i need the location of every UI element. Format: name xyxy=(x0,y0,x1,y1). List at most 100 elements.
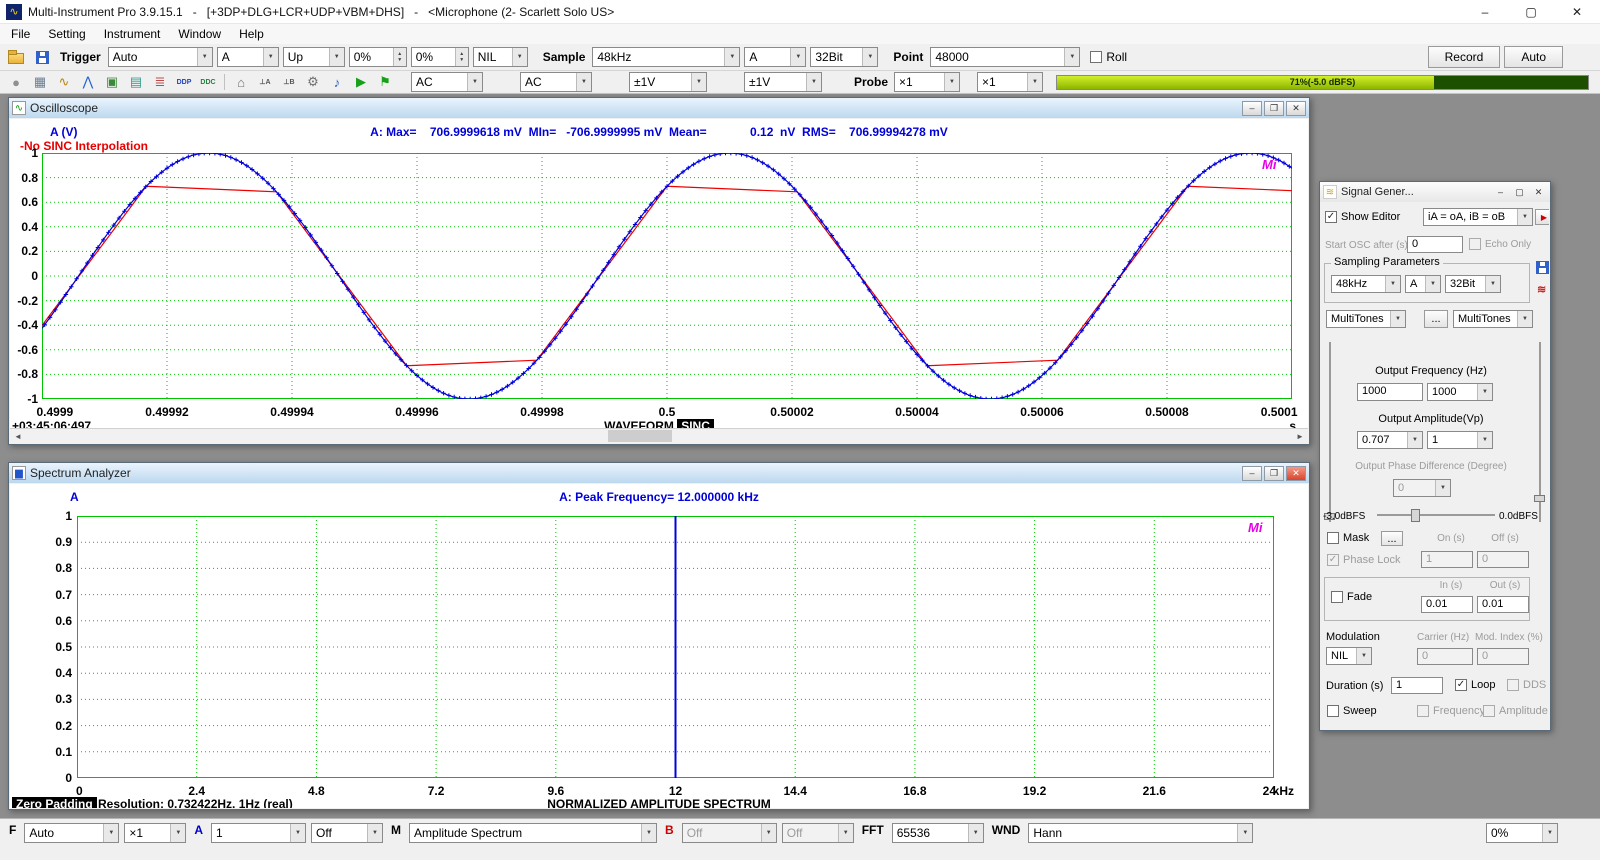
save-file-icon[interactable] xyxy=(31,48,53,67)
multimeter-icon[interactable]: ▣ xyxy=(101,73,123,92)
home-icon[interactable]: ⌂ xyxy=(230,73,252,92)
sampling-channel-combo[interactable]: A▼ xyxy=(744,47,806,67)
slider-handle[interactable] xyxy=(1411,509,1420,522)
chevron-down-icon[interactable]: ▼ xyxy=(691,73,706,91)
modulation-type-combo[interactable]: NIL▼ xyxy=(1326,647,1372,665)
output-level-slider[interactable] xyxy=(1377,509,1495,522)
chevron-down-icon[interactable]: ▼ xyxy=(367,824,382,842)
duration-input[interactable]: 1 xyxy=(1391,677,1443,694)
generator-bits-combo[interactable]: 32Bit▼ xyxy=(1445,275,1501,293)
chevron-down-icon[interactable]: ▼ xyxy=(1064,48,1079,66)
calibration-icon[interactable]: ⚙ xyxy=(302,73,324,92)
maximize-button[interactable]: ▢ xyxy=(1508,0,1554,23)
slider-handle[interactable] xyxy=(1534,495,1545,502)
spinner-arrows-icon[interactable]: ▲▼ xyxy=(455,48,468,66)
analysis-mode-combo[interactable]: Amplitude Spectrum▼ xyxy=(409,823,657,843)
overlap-combo[interactable]: 0%▼ xyxy=(1486,823,1558,843)
spectrum-minimize-button[interactable]: – xyxy=(1242,466,1262,481)
b-processing-combo[interactable]: Off▼ xyxy=(782,823,854,843)
spectrum-analyzer-icon[interactable]: ⋀ xyxy=(77,73,99,92)
chevron-down-icon[interactable]: ▼ xyxy=(290,824,305,842)
chevron-down-icon[interactable]: ▼ xyxy=(1356,648,1371,664)
coupling-a-combo[interactable]: AC▼ xyxy=(411,72,483,92)
range-a-combo[interactable]: ±1V▼ xyxy=(629,72,707,92)
chevron-down-icon[interactable]: ▼ xyxy=(1477,432,1492,448)
generator-save-icon[interactable] xyxy=(1536,261,1549,274)
scroll-right-icon[interactable]: ► xyxy=(1292,429,1308,443)
chevron-down-icon[interactable]: ▼ xyxy=(761,824,776,842)
output-slider-right[interactable] xyxy=(1533,342,1547,522)
trigger-mode-combo[interactable]: Auto▼ xyxy=(108,47,213,67)
generator-rate-combo[interactable]: 48kHz▼ xyxy=(1331,275,1401,293)
oscilloscope-titlebar[interactable]: ∿ Oscilloscope – ❐ ✕ xyxy=(9,98,1309,118)
fade-checkbox[interactable] xyxy=(1331,591,1343,603)
oscilloscope-scrollbar-thumb[interactable] xyxy=(608,430,672,442)
b-scale-combo[interactable]: Off▼ xyxy=(682,823,777,843)
menu-setting[interactable]: Setting xyxy=(39,26,94,42)
carrier-input[interactable]: 0 xyxy=(1417,648,1473,665)
chevron-down-icon[interactable]: ▼ xyxy=(103,824,118,842)
phase-lock-off-input[interactable]: 0 xyxy=(1477,551,1529,568)
flag-icon[interactable]: ⚑ xyxy=(374,73,396,92)
spectrum-plot[interactable] xyxy=(77,516,1274,778)
generator-run-button[interactable]: ▶ xyxy=(1535,209,1549,225)
mask-edit-button[interactable]: ... xyxy=(1381,531,1403,546)
multitones-edit-button[interactable]: ... xyxy=(1424,310,1448,328)
dds-checkbox[interactable] xyxy=(1507,679,1519,691)
trigger-source-combo[interactable]: A▼ xyxy=(217,47,279,67)
echo-only-checkbox[interactable] xyxy=(1469,238,1481,250)
reference-a-icon[interactable]: ⊥A xyxy=(254,73,276,92)
oscilloscope-minimize-button[interactable]: – xyxy=(1242,101,1262,116)
sampling-rate-combo[interactable]: 48kHz▼ xyxy=(592,47,740,67)
chevron-down-icon[interactable]: ▼ xyxy=(641,824,656,842)
oscilloscope-scrollbar-track[interactable] xyxy=(26,429,1292,443)
amplitude-a-combo[interactable]: 0.707▼ xyxy=(1357,431,1423,449)
phase-lock-on-input[interactable]: 1 xyxy=(1421,551,1473,568)
sweep-frequency-checkbox[interactable] xyxy=(1417,705,1429,717)
oscilloscope-scrollbar[interactable]: ◄ ► xyxy=(10,428,1308,443)
signal-generator-minimize-button[interactable]: – xyxy=(1492,185,1509,199)
trigger-delay-spinner[interactable]: 0%▲▼ xyxy=(411,47,469,67)
chevron-down-icon[interactable]: ▼ xyxy=(1485,276,1500,292)
show-editor-checkbox[interactable]: ✓ xyxy=(1325,211,1337,223)
chevron-down-icon[interactable]: ▼ xyxy=(1517,311,1532,327)
chevron-down-icon[interactable]: ▼ xyxy=(1390,311,1405,327)
loop-checkbox[interactable]: ✓ xyxy=(1455,679,1467,691)
a-scale-combo[interactable]: 1▼ xyxy=(211,823,306,843)
record-button[interactable]: Record xyxy=(1428,46,1501,68)
routing-combo[interactable]: iA = oA, iB = oB▼ xyxy=(1423,208,1533,226)
amplitude-b-combo[interactable]: 1▼ xyxy=(1427,431,1493,449)
spectrum-titlebar[interactable]: ▆ Spectrum Analyzer – ❐ ✕ xyxy=(9,463,1309,483)
a-processing-combo[interactable]: Off▼ xyxy=(311,823,383,843)
chevron-down-icon[interactable]: ▼ xyxy=(329,48,344,66)
ddp-viewer-icon[interactable]: DDP xyxy=(173,73,195,92)
generator-stream-icon[interactable]: ≋ xyxy=(1537,283,1546,296)
open-file-icon[interactable] xyxy=(5,48,27,67)
frequency-a-input[interactable]: 1000 xyxy=(1357,383,1423,401)
sweep-checkbox[interactable] xyxy=(1327,705,1339,717)
output-slider-left[interactable] xyxy=(1323,342,1337,522)
data-logger-icon[interactable]: ≣ xyxy=(149,73,171,92)
chevron-down-icon[interactable]: ▼ xyxy=(1385,276,1400,292)
spectrum-restore-button[interactable]: ❐ xyxy=(1264,466,1284,481)
menu-file[interactable]: File xyxy=(2,26,39,42)
fft-size-combo[interactable]: 65536▼ xyxy=(892,823,984,843)
oscilloscope-icon[interactable]: ∿ xyxy=(53,73,75,92)
chevron-down-icon[interactable]: ▼ xyxy=(467,73,482,91)
chevron-down-icon[interactable]: ▼ xyxy=(1435,480,1450,496)
frequency-multiplier-combo[interactable]: ×1▼ xyxy=(124,823,186,843)
ddc-icon[interactable]: DDC xyxy=(197,73,219,92)
auto-scale-button[interactable]: Auto xyxy=(1504,46,1563,68)
spinner-arrows-icon[interactable]: ▲▼ xyxy=(393,48,406,66)
fade-out-input[interactable]: 0.01 xyxy=(1477,596,1529,613)
chevron-down-icon[interactable]: ▼ xyxy=(1407,432,1422,448)
spectrum-close-button[interactable]: ✕ xyxy=(1286,466,1306,481)
close-button[interactable]: ✕ xyxy=(1554,0,1600,23)
run-icon[interactable]: ▶ xyxy=(350,73,372,92)
minimize-button[interactable]: – xyxy=(1462,0,1508,23)
sampling-bits-combo[interactable]: 32Bit▼ xyxy=(810,47,878,67)
spectrogram-icon[interactable]: ▤ xyxy=(125,73,147,92)
chevron-down-icon[interactable]: ▼ xyxy=(1237,824,1252,842)
chevron-down-icon[interactable]: ▼ xyxy=(838,824,853,842)
stop-icon[interactable]: ● xyxy=(5,73,27,92)
